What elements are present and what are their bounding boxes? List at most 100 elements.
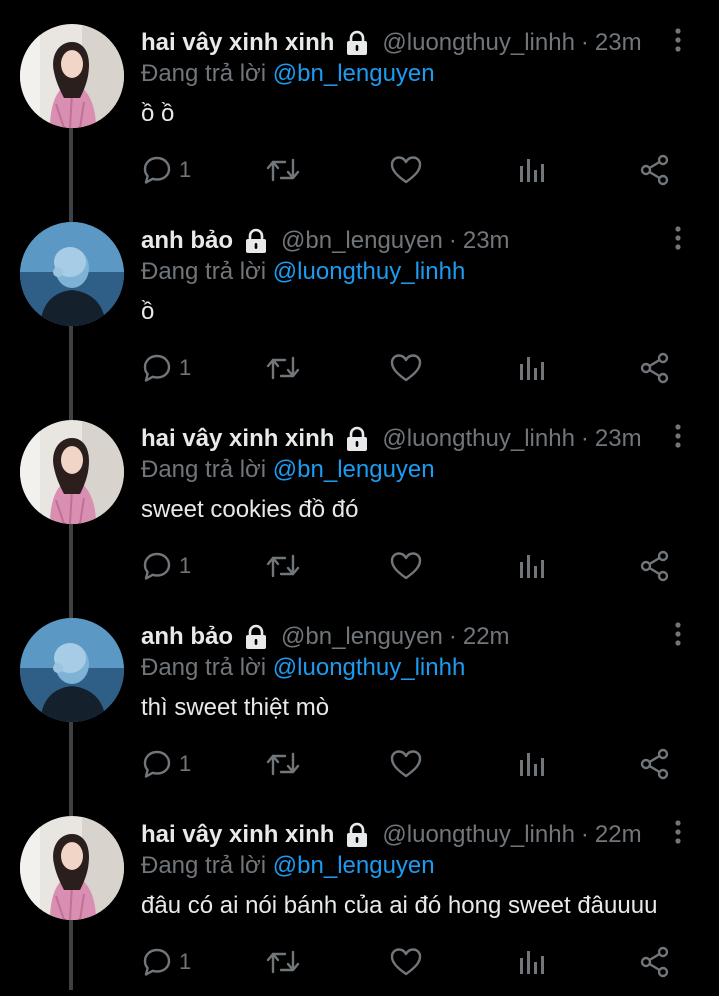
retweet-button[interactable] [265, 152, 301, 188]
user-handle[interactable]: @luongthuy_linhh [382, 425, 575, 453]
views-button[interactable] [517, 944, 547, 980]
thread-connector-line [69, 722, 73, 792]
analytics-icon [520, 753, 544, 776]
views-button[interactable] [517, 350, 547, 386]
user-handle[interactable]: @luongthuy_linhh [382, 29, 575, 57]
like-button[interactable] [389, 944, 423, 980]
like-button[interactable] [389, 548, 423, 584]
timestamp[interactable]: 23m [595, 425, 642, 453]
share-button[interactable] [639, 152, 671, 188]
replying-to: Đang trả lời @bn_lenguyen [141, 60, 435, 88]
user-handle[interactable]: @luongthuy_linhh [382, 821, 575, 849]
timestamp[interactable]: 23m [463, 227, 510, 255]
more-vertical-icon[interactable] [666, 26, 690, 56]
more-vertical-icon[interactable] [666, 620, 690, 650]
thread-connector-line [69, 594, 73, 618]
reply-button[interactable]: 1 [141, 944, 191, 980]
views-button[interactable] [517, 152, 547, 188]
avatar-girl-pink[interactable] [20, 24, 124, 128]
heart-icon [390, 552, 422, 580]
user-handle[interactable]: @bn_lenguyen [281, 623, 443, 651]
retweet-button[interactable] [265, 350, 301, 386]
avatar-girl-pink[interactable] [20, 420, 124, 524]
replying-to: Đang trả lời @luongthuy_linhh [141, 654, 465, 682]
reply-button[interactable]: 1 [141, 746, 191, 782]
user-handle[interactable]: @bn_lenguyen [281, 227, 443, 255]
mention-link[interactable]: @bn_lenguyen [273, 60, 435, 87]
share-icon [640, 748, 669, 780]
replying-to: Đang trả lời @bn_lenguyen [141, 852, 435, 880]
tweet-text: đâu có ai nói bánh của ai đó hong sweet … [141, 892, 658, 919]
reply-button[interactable]: 1 [141, 152, 191, 188]
lock-icon [344, 426, 370, 452]
timestamp[interactable]: 22m [595, 821, 642, 849]
display-name[interactable]: anh bảo [141, 623, 233, 651]
thread-connector-line [69, 524, 73, 594]
views-button[interactable] [517, 548, 547, 584]
replying-to-label: Đang trả lời [141, 258, 267, 285]
mention-link[interactable]: @bn_lenguyen [273, 456, 435, 483]
timestamp[interactable]: 23m [595, 29, 642, 57]
retweet-icon [266, 950, 300, 974]
tweet-header: hai vây xinh xinh @luongthuy_linhh · 22m [141, 818, 642, 852]
retweet-button[interactable] [265, 548, 301, 584]
tweet[interactable]: hai vây xinh xinh @luongthuy_linhh · 23m… [0, 0, 719, 198]
tweet[interactable]: hai vây xinh xinh @luongthuy_linhh · 23m… [0, 396, 719, 594]
reply-count: 1 [179, 949, 192, 974]
more-vertical-icon[interactable] [666, 224, 690, 254]
display-name[interactable]: anh bảo [141, 227, 233, 255]
mention-link[interactable]: @luongthuy_linhh [273, 258, 466, 285]
separator-dot: · [580, 821, 589, 848]
share-icon [640, 352, 669, 384]
reply-count: 1 [179, 553, 192, 578]
thread-connector-line [69, 128, 73, 198]
lock-icon [243, 228, 269, 254]
more-vertical-icon[interactable] [666, 422, 690, 452]
retweet-icon [266, 158, 300, 182]
avatar-blue-ocean[interactable] [20, 618, 124, 722]
retweet-icon [266, 356, 300, 380]
reply-button[interactable]: 1 [141, 548, 191, 584]
views-button[interactable] [517, 746, 547, 782]
retweet-icon [266, 554, 300, 578]
thread-connector-line [69, 326, 73, 396]
tweet[interactable]: anh bảo @bn_lenguyen · 22m Đang trả lời … [0, 594, 719, 792]
tweet[interactable]: anh bảo @bn_lenguyen · 23m Đang trả lời … [0, 198, 719, 396]
separator-dot: · [448, 623, 457, 650]
mention-link[interactable]: @bn_lenguyen [273, 852, 435, 879]
lock-icon [243, 624, 269, 650]
avatar-blue-ocean[interactable] [20, 222, 124, 326]
like-button[interactable] [389, 152, 423, 188]
share-button[interactable] [639, 746, 671, 782]
reply-button[interactable]: 1 [141, 350, 191, 386]
replying-to: Đang trả lời @bn_lenguyen [141, 456, 435, 484]
timestamp[interactable]: 22m [463, 623, 510, 651]
tweet-header: anh bảo @bn_lenguyen · 23m [141, 224, 639, 258]
tweet-actions: 1 [141, 152, 681, 188]
tweet-text: ồ ồ [141, 100, 175, 127]
replying-to-label: Đang trả lời [141, 60, 267, 87]
display-name[interactable]: hai vây xinh xinh [141, 821, 334, 849]
tweet[interactable]: hai vây xinh xinh @luongthuy_linhh · 22m… [0, 792, 719, 990]
analytics-icon [520, 159, 544, 182]
tweet-header: hai vây xinh xinh @luongthuy_linhh · 23m [141, 422, 642, 456]
tweet-actions: 1 [141, 350, 681, 386]
replying-to: Đang trả lời @luongthuy_linhh [141, 258, 465, 286]
reply-icon [143, 552, 171, 580]
share-button[interactable] [639, 548, 671, 584]
share-button[interactable] [639, 350, 671, 386]
reply-count: 1 [179, 355, 192, 380]
avatar-girl-pink[interactable] [20, 816, 124, 920]
display-name[interactable]: hai vây xinh xinh [141, 425, 334, 453]
like-button[interactable] [389, 746, 423, 782]
mention-link[interactable]: @luongthuy_linhh [273, 654, 466, 681]
share-button[interactable] [639, 944, 671, 980]
tweet-actions: 1 [141, 944, 681, 980]
retweet-button[interactable] [265, 944, 301, 980]
display-name[interactable]: hai vây xinh xinh [141, 29, 334, 57]
more-vertical-icon[interactable] [666, 818, 690, 848]
tweet-text: sweet cookies đồ đó [141, 496, 359, 523]
like-button[interactable] [389, 350, 423, 386]
retweet-button[interactable] [265, 746, 301, 782]
analytics-icon [520, 555, 544, 578]
